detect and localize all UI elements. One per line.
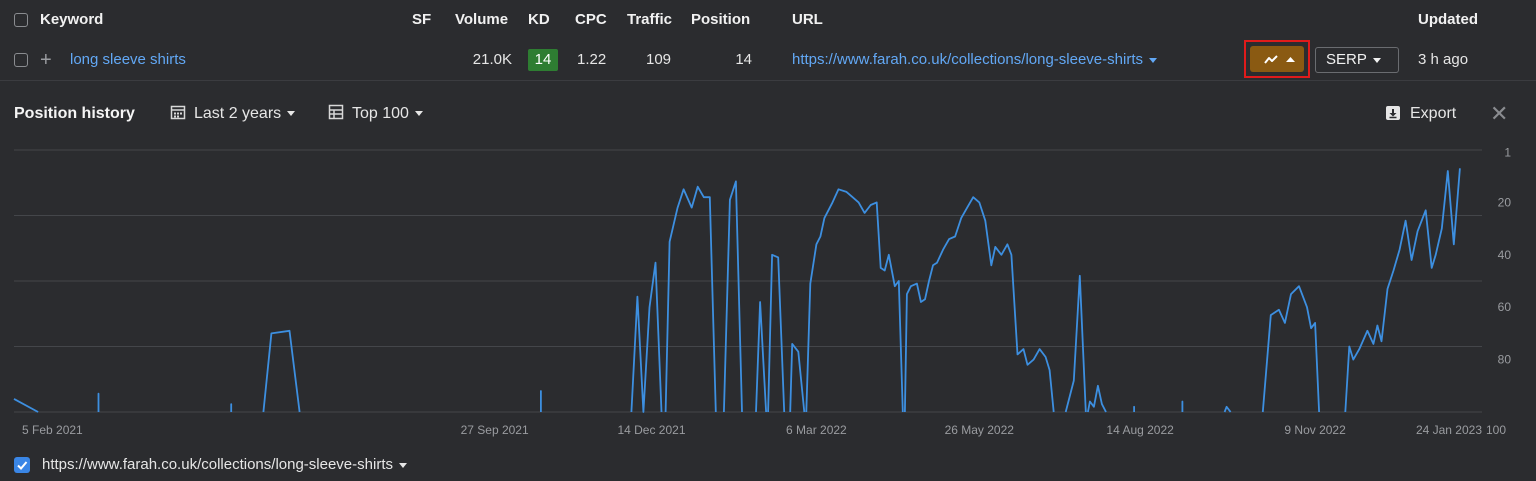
legend-url-dropdown[interactable]: https://www.farah.co.uk/collections/long… xyxy=(42,449,407,481)
legend-checkbox[interactable] xyxy=(14,457,30,473)
serp-dropdown-button[interactable]: SERP xyxy=(1315,47,1399,73)
x-tick-label: 14 Dec 2021 xyxy=(617,423,685,437)
export-label: Export xyxy=(1410,105,1457,122)
position-history-highlight xyxy=(1244,40,1310,78)
chevron-down-icon xyxy=(414,111,423,117)
row-checkbox[interactable] xyxy=(14,53,28,67)
top-positions-label: Top 100 xyxy=(352,105,409,122)
top-positions-dropdown[interactable]: Top 100 xyxy=(328,94,423,134)
url-link-text: https://www.farah.co.uk/collections/long… xyxy=(792,51,1143,68)
x-tick-label: 26 May 2022 xyxy=(945,423,1015,437)
kd-column-header[interactable]: KD xyxy=(528,0,550,40)
series-line-segment xyxy=(1223,405,1232,413)
x-tick-label: 14 Aug 2022 xyxy=(1106,423,1174,437)
y-tick-label: 100 xyxy=(1486,423,1506,437)
y-tick-label: 60 xyxy=(1498,300,1512,314)
chart-legend: https://www.farah.co.uk/collections/long… xyxy=(0,449,1536,481)
x-tick-label: 9 Nov 2022 xyxy=(1284,423,1346,437)
series-line-segment xyxy=(789,342,806,413)
series-line-segment xyxy=(13,398,39,413)
series-line-segment xyxy=(1064,274,1087,413)
position-history-toolbar: Position history Last 2 years Top 100 Ex… xyxy=(0,94,1536,134)
add-keyword-icon[interactable]: + xyxy=(40,40,52,80)
select-all-checkbox[interactable] xyxy=(14,13,28,27)
position-history-chart: 5 Feb 2021 27 Sep 2021 14 Dec 2021 6 Mar 20… xyxy=(13,148,1511,437)
chart-series xyxy=(13,168,1461,413)
close-icon[interactable]: ✕ xyxy=(1490,94,1508,134)
traffic-value: 109 xyxy=(646,51,672,68)
keyword-link[interactable]: long sleeve shirts xyxy=(70,40,186,80)
position-value: 14 xyxy=(735,51,752,68)
keyword-column-header[interactable]: Keyword xyxy=(40,0,103,40)
x-tick-label: 6 Mar 2022 xyxy=(786,423,847,437)
updated-column-header[interactable]: Updated xyxy=(1418,0,1478,40)
chevron-down-icon xyxy=(1372,57,1381,63)
kd-badge: 14 xyxy=(528,49,558,71)
export-button[interactable]: Export xyxy=(1386,94,1456,134)
table-icon xyxy=(328,104,344,120)
url-dropdown-icon xyxy=(1148,57,1157,63)
series-line-segment xyxy=(1261,285,1320,413)
url-column-header[interactable]: URL xyxy=(792,0,823,40)
series-line-segment xyxy=(767,253,786,413)
date-range-label: Last 2 years xyxy=(194,105,282,122)
position-history-toggle-button[interactable] xyxy=(1250,46,1304,72)
x-axis-ticks: 5 Feb 2021 27 Sep 2021 14 Dec 2021 6 Mar 20… xyxy=(22,423,1482,437)
traffic-column-header[interactable]: Traffic xyxy=(627,0,672,40)
y-tick-label: 40 xyxy=(1498,248,1512,262)
y-tick-label: 80 xyxy=(1498,353,1512,367)
series-line-segment xyxy=(755,301,767,413)
cpc-value: 1.22 xyxy=(577,51,607,68)
y-tick-label: 1 xyxy=(1504,148,1511,160)
series-line-segment xyxy=(1087,384,1107,413)
checkmark-icon xyxy=(17,461,28,470)
x-tick-label: 24 Jan 2023 xyxy=(1416,423,1482,437)
series-line-segment xyxy=(262,329,301,413)
series-line-segment xyxy=(1344,168,1461,413)
series-line-segment xyxy=(664,185,717,413)
legend-url-label: https://www.farah.co.uk/collections/long… xyxy=(42,456,393,473)
sf-column-header[interactable]: SF xyxy=(412,0,431,40)
series-line-segment xyxy=(805,188,904,413)
position-history-title: Position history xyxy=(14,105,135,122)
cpc-column-header[interactable]: CPC xyxy=(575,0,607,40)
chevron-down-icon xyxy=(287,111,296,117)
serp-label: SERP xyxy=(1326,51,1367,68)
x-tick-label: 5 Feb 2021 xyxy=(22,423,83,437)
series-line-segment xyxy=(904,196,1055,413)
updated-value: 3 h ago xyxy=(1418,51,1469,68)
date-range-dropdown[interactable]: Last 2 years xyxy=(170,94,296,134)
trend-chart-icon xyxy=(1264,55,1295,64)
y-tick-label: 20 xyxy=(1498,195,1512,209)
series-line-segment xyxy=(630,261,663,413)
chevron-down-icon xyxy=(398,462,407,468)
caret-up-icon xyxy=(1286,57,1295,62)
table-header-row: Keyword SF Volume KD CPC Traffic Positio… xyxy=(0,0,1536,41)
volume-value: 21.0K xyxy=(472,51,512,68)
volume-column-header[interactable]: Volume xyxy=(455,0,508,40)
chart-grid xyxy=(14,149,1482,413)
x-tick-label: 27 Sep 2021 xyxy=(461,423,529,437)
url-link[interactable]: https://www.farah.co.uk/collections/long… xyxy=(792,40,1157,80)
position-column-header[interactable]: Position xyxy=(691,0,750,40)
download-icon xyxy=(1386,106,1400,120)
calendar-icon xyxy=(170,105,186,120)
y-axis-ticks: 1 20 40 60 80 100 xyxy=(1486,148,1511,437)
